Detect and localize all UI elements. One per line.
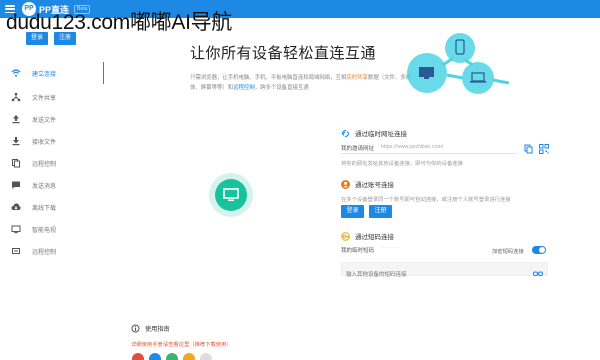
laptop-node bbox=[462, 62, 494, 94]
section-title-text: 通过短码连接 bbox=[355, 234, 394, 241]
account-section-title: 通过账号连接 bbox=[341, 179, 394, 189]
phone-node bbox=[445, 33, 475, 63]
hero-description: 只需浏览器，让手机电脑、手机、平板电脑直连和局域网络，互相实时共享数据（文件、多… bbox=[190, 73, 420, 93]
sidebar-item-label: 远程控制 bbox=[32, 161, 57, 168]
sidebar-item-offline-download[interactable]: 离线下载 bbox=[0, 196, 104, 218]
sidebar-item-label: 离线下载 bbox=[32, 205, 57, 212]
link-underline bbox=[341, 153, 516, 154]
monitor-icon bbox=[419, 67, 434, 77]
share-dot-icon[interactable] bbox=[166, 353, 178, 360]
section-title-text: 通过账号连接 bbox=[355, 182, 394, 189]
sidebar-item-remote-control[interactable]: 远程控制 bbox=[0, 240, 104, 262]
sidebar-item-tv[interactable]: 智能电视 bbox=[0, 218, 104, 240]
upload-icon bbox=[11, 114, 21, 124]
my-code-value[interactable]: ······ bbox=[382, 245, 400, 251]
device-network-illustration bbox=[407, 33, 510, 94]
info-icon bbox=[131, 324, 140, 333]
account-icon bbox=[341, 179, 350, 189]
device-screen-icon[interactable] bbox=[215, 179, 247, 211]
sidebar-item-remote[interactable]: 远程控制 bbox=[0, 152, 104, 174]
link-icon bbox=[341, 128, 350, 138]
sidebar-item-file-share[interactable]: 文件共享 bbox=[0, 86, 104, 108]
hero-highlight: 实时共享 bbox=[346, 75, 368, 81]
hero-desc-text: ，跨多个设备直接互通 bbox=[254, 85, 309, 91]
sidebar-item-label: 远程控制 bbox=[32, 249, 57, 256]
wifi-icon bbox=[11, 68, 21, 78]
link-icon bbox=[11, 246, 21, 256]
my-link-label: 我的邀请网址 bbox=[341, 146, 375, 152]
section-title-text: 使用指南 bbox=[145, 326, 170, 333]
qrcode-icon[interactable] bbox=[539, 141, 549, 159]
sidebar-item-label: 发送消息 bbox=[32, 183, 57, 190]
usage-section-title: 使用指南 bbox=[131, 324, 170, 333]
sidebar-item-message[interactable]: 发送消息 bbox=[0, 174, 104, 196]
share-dot-icon[interactable] bbox=[183, 353, 195, 360]
my-link-value[interactable]: https://www.ppzhilian.com/ bbox=[381, 144, 443, 150]
protect-label: 加密短码连接 bbox=[492, 249, 524, 255]
account-register-button[interactable]: 注册 bbox=[369, 205, 392, 218]
sidebar-item-receive-file[interactable]: 接收文件 bbox=[0, 130, 104, 152]
page-title: 让你所有设备轻松直连互通 bbox=[190, 45, 377, 62]
cloud-download-icon bbox=[11, 202, 21, 212]
account-login-button[interactable]: 登录 bbox=[341, 205, 364, 218]
protect-toggle[interactable] bbox=[532, 246, 546, 254]
share-dot-icon[interactable] bbox=[149, 353, 161, 360]
sidebar-item-send-file[interactable]: 发送文件 bbox=[0, 108, 104, 130]
account-hint: 在多个设备登录同一个账号即可自动连接，或注册个人账号登录进行连接 bbox=[341, 197, 511, 203]
code-section-title: 通过短码连接 bbox=[341, 231, 394, 241]
site-watermark: dudu123.com嘟嘟AI导航 bbox=[6, 11, 233, 34]
sidebar-item-label: 文件共享 bbox=[32, 95, 57, 102]
hero-desc-text: 只需浏览器，让手机电脑、手机、平板电脑直连和局域网络，互相 bbox=[190, 75, 347, 81]
sidebar-item-label: 发送文件 bbox=[32, 117, 57, 124]
usage-manual-link[interactable]: 详细使用手册请查看这里（推荐下载使用） bbox=[131, 340, 232, 348]
chat-icon bbox=[11, 180, 21, 190]
sidebar-item-label: 接收文件 bbox=[32, 139, 57, 146]
share-icon bbox=[11, 92, 21, 102]
link-input-icon[interactable] bbox=[533, 265, 543, 283]
key-icon bbox=[341, 231, 350, 241]
copy-icon bbox=[11, 158, 21, 168]
hero-highlight: 远程控制 bbox=[233, 85, 255, 91]
sidebar-item-connect[interactable]: 建立连接 bbox=[0, 62, 104, 84]
link-section-title: 通过临时网址连接 bbox=[341, 128, 407, 138]
share-dot-icon[interactable] bbox=[132, 353, 144, 360]
section-title-text: 通过临时网址连接 bbox=[355, 131, 407, 138]
share-dot-icon[interactable] bbox=[200, 353, 212, 360]
download-icon bbox=[11, 136, 21, 146]
my-code-label: 我的临时短码 bbox=[341, 248, 375, 254]
code-input[interactable] bbox=[342, 269, 522, 281]
link-hint: 将你的网址发给其他设备连接，即可与你的设备连接 bbox=[341, 161, 463, 167]
sidebar: 建立连接 文件共享 发送文件 接收文件 远程控制 发送消息 离线下载 智能电视 … bbox=[0, 60, 105, 260]
copy-icon[interactable] bbox=[524, 141, 533, 159]
sidebar-item-label: 智能电视 bbox=[32, 227, 57, 234]
code-input-wrapper bbox=[341, 262, 548, 281]
tv-icon bbox=[11, 224, 21, 234]
sidebar-item-label: 建立连接 bbox=[32, 71, 57, 78]
